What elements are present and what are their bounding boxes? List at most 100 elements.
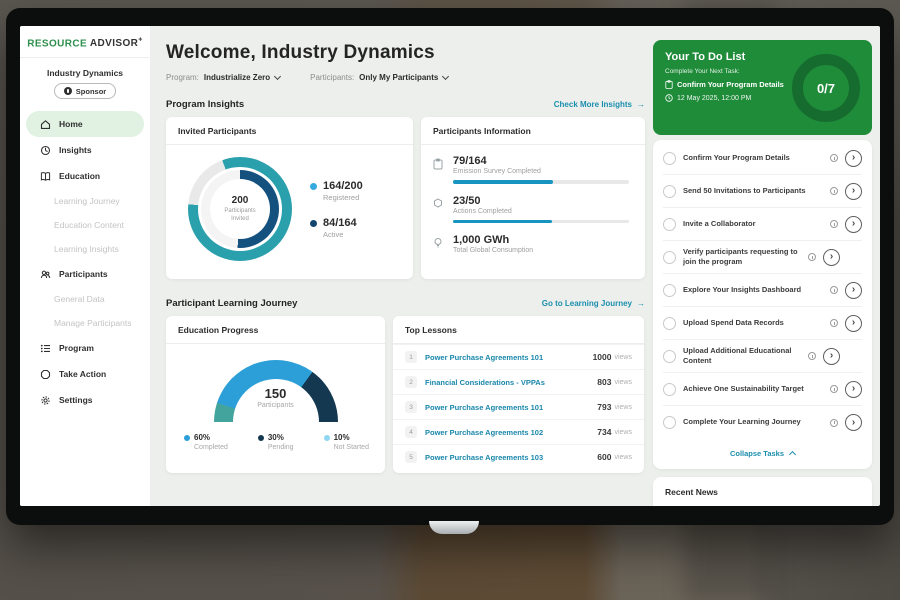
collapse-tasks-link[interactable]: Collapse Tasks <box>663 439 862 467</box>
lesson-row[interactable]: 1 Power Purchase Agreements 101 1000 vie… <box>393 344 644 369</box>
task-checkbox[interactable] <box>663 218 676 231</box>
sidebar-item-settings[interactable]: Settings <box>26 387 144 413</box>
lesson-row[interactable]: 5 Power Purchase Agreements 103 600 view… <box>393 444 644 469</box>
sidebar-item-manage-participants[interactable]: Manage Participants <box>26 311 144 335</box>
lesson-rank: 4 <box>405 426 417 438</box>
task-open-button[interactable]: › <box>845 282 862 299</box>
clock-icon <box>830 220 838 228</box>
lesson-link[interactable]: Power Purchase Agreements 101 <box>425 353 593 362</box>
home-icon <box>40 119 51 130</box>
top-lessons-title: Top Lessons <box>393 316 644 344</box>
lesson-link[interactable]: Power Purchase Agreements 103 <box>425 453 597 462</box>
lesson-row[interactable]: 4 Power Purchase Agreements 102 734 view… <box>393 419 644 444</box>
education-progress-title: Education Progress <box>166 316 385 344</box>
learning-journey-heading: Participant Learning Journey <box>166 298 297 309</box>
task-checkbox[interactable] <box>663 317 676 330</box>
task-row[interactable]: Upload Spend Data Records › <box>663 307 862 340</box>
sidebar: RESOURCE ADVISOR+ Industry Dynamics Spon… <box>20 26 150 506</box>
task-checkbox[interactable] <box>663 383 676 396</box>
task-open-button[interactable]: › <box>845 150 862 167</box>
task-checkbox[interactable] <box>663 350 676 363</box>
todo-tasks-card: Confirm Your Program Details › Send 50 I… <box>653 140 872 469</box>
sidebar-item-participants[interactable]: Participants <box>26 261 144 287</box>
lesson-row[interactable]: 2 Financial Considerations - VPPAs 803 v… <box>393 369 644 394</box>
donut-center-label: Participants Invited <box>218 208 262 224</box>
task-row[interactable]: Send 50 Invitations to Participants › <box>663 175 862 208</box>
clock-icon <box>808 352 816 360</box>
invited-participants-title: Invited Participants <box>166 117 413 145</box>
donut-center-value: 200 <box>232 195 249 206</box>
sidebar-item-learning-insights[interactable]: Learning Insights <box>26 237 144 261</box>
go-to-learning-journey-link[interactable]: Go to Learning Journey → <box>542 299 645 308</box>
task-open-button[interactable]: › <box>845 216 862 233</box>
task-row[interactable]: Verify participants requesting to join t… <box>663 241 862 274</box>
logo-resource: RESOURCE <box>27 38 87 49</box>
task-open-button[interactable]: › <box>845 183 862 200</box>
sidebar-item-program[interactable]: Program <box>26 335 144 361</box>
chevron-up-icon <box>789 451 796 458</box>
task-open-button[interactable]: › <box>823 249 840 266</box>
sidebar-item-take-action[interactable]: Take Action <box>26 361 144 387</box>
list-icon <box>40 343 51 354</box>
sponsor-label: Sponsor <box>76 87 106 96</box>
filter-bar: Program: Industrialize Zero Participants… <box>166 73 645 82</box>
sidebar-nav: Home Insights Education Learning Journey… <box>20 111 150 413</box>
lesson-link[interactable]: Power Purchase Agreements 101 <box>425 403 597 412</box>
clipboard-icon <box>665 80 673 89</box>
task-row[interactable]: Invite a Collaborator › <box>663 208 862 241</box>
gauge-center-label: Participants <box>214 402 338 409</box>
sidebar-item-general-data[interactable]: General Data <box>26 287 144 311</box>
gauge-center-value: 150 <box>214 386 338 401</box>
actions-progress-bar <box>453 220 629 224</box>
task-row[interactable]: Upload Additional Educational Content › <box>663 340 862 373</box>
clock-icon <box>665 94 673 102</box>
app-logo: RESOURCE ADVISOR+ <box>20 26 150 58</box>
task-checkbox[interactable] <box>663 185 676 198</box>
clock-icon <box>830 319 838 327</box>
task-open-button[interactable]: › <box>845 381 862 398</box>
consumption-stat: 1,000 GWh Total Global Consumption <box>433 234 633 254</box>
sponsor-badge[interactable]: Sponsor <box>54 83 116 99</box>
lesson-link[interactable]: Financial Considerations - VPPAs <box>425 378 597 387</box>
clock-icon <box>830 385 838 393</box>
task-row[interactable]: Achieve One Sustainability Target › <box>663 373 862 406</box>
task-row[interactable]: Confirm Your Program Details › <box>663 142 862 175</box>
sidebar-item-learning-journey[interactable]: Learning Journey <box>26 189 144 213</box>
invited-participants-card: Invited Participants 200 Participants In… <box>166 117 413 279</box>
program-dropdown[interactable]: Program: Industrialize Zero <box>166 73 280 82</box>
invited-legend: 164/200 Registered 84/164 Active <box>310 180 363 239</box>
invited-donut-chart: 200 Participants Invited <box>188 157 292 261</box>
task-checkbox[interactable] <box>663 416 676 429</box>
top-lessons-card: Top Lessons 1 Power Purchase Agreements … <box>393 316 644 473</box>
task-checkbox[interactable] <box>663 284 676 297</box>
task-checkbox[interactable] <box>663 152 676 165</box>
todo-summary-card: Your To Do List Complete Your Next Task:… <box>653 40 872 135</box>
task-row[interactable]: Explore Your Insights Dashboard › <box>663 274 862 307</box>
chevron-down-icon <box>274 72 281 79</box>
lesson-row[interactable]: 3 Power Purchase Agreements 101 793 view… <box>393 394 644 419</box>
program-insights-heading: Program Insights <box>166 99 244 110</box>
task-open-button[interactable]: › <box>823 348 840 365</box>
clock-icon <box>830 286 838 294</box>
page-title: Welcome, Industry Dynamics <box>166 42 645 64</box>
sidebar-item-insights[interactable]: Insights <box>26 137 144 163</box>
participants-information-title: Participants Information <box>421 117 645 145</box>
recent-news-card: Recent News <box>653 477 872 506</box>
legend-active: 84/164 Active <box>310 217 363 239</box>
sidebar-item-education[interactable]: Education <box>26 163 144 189</box>
task-checkbox[interactable] <box>663 251 676 264</box>
participants-dropdown[interactable]: Participants: Only My Participants <box>310 73 448 82</box>
sidebar-item-home[interactable]: Home <box>26 111 144 137</box>
sidebar-item-education-content[interactable]: Education Content <box>26 213 144 237</box>
task-open-button[interactable]: › <box>845 414 862 431</box>
lesson-link[interactable]: Power Purchase Agreements 102 <box>425 428 597 437</box>
legend-completed: 60% Completed <box>184 433 228 451</box>
logo-advisor: ADVISOR+ <box>90 38 143 49</box>
lesson-rank: 2 <box>405 376 417 388</box>
task-row[interactable]: Complete Your Learning Journey › <box>663 406 862 439</box>
education-gauge-chart: 150 Participants <box>214 360 338 422</box>
task-open-button[interactable]: › <box>845 315 862 332</box>
participants-information-card: Participants Information 79/164 Emission… <box>421 117 645 279</box>
education-legend: 60% Completed 30% Pending 10% Not Starte… <box>166 422 385 451</box>
check-more-insights-link[interactable]: Check More Insights → <box>554 100 645 109</box>
